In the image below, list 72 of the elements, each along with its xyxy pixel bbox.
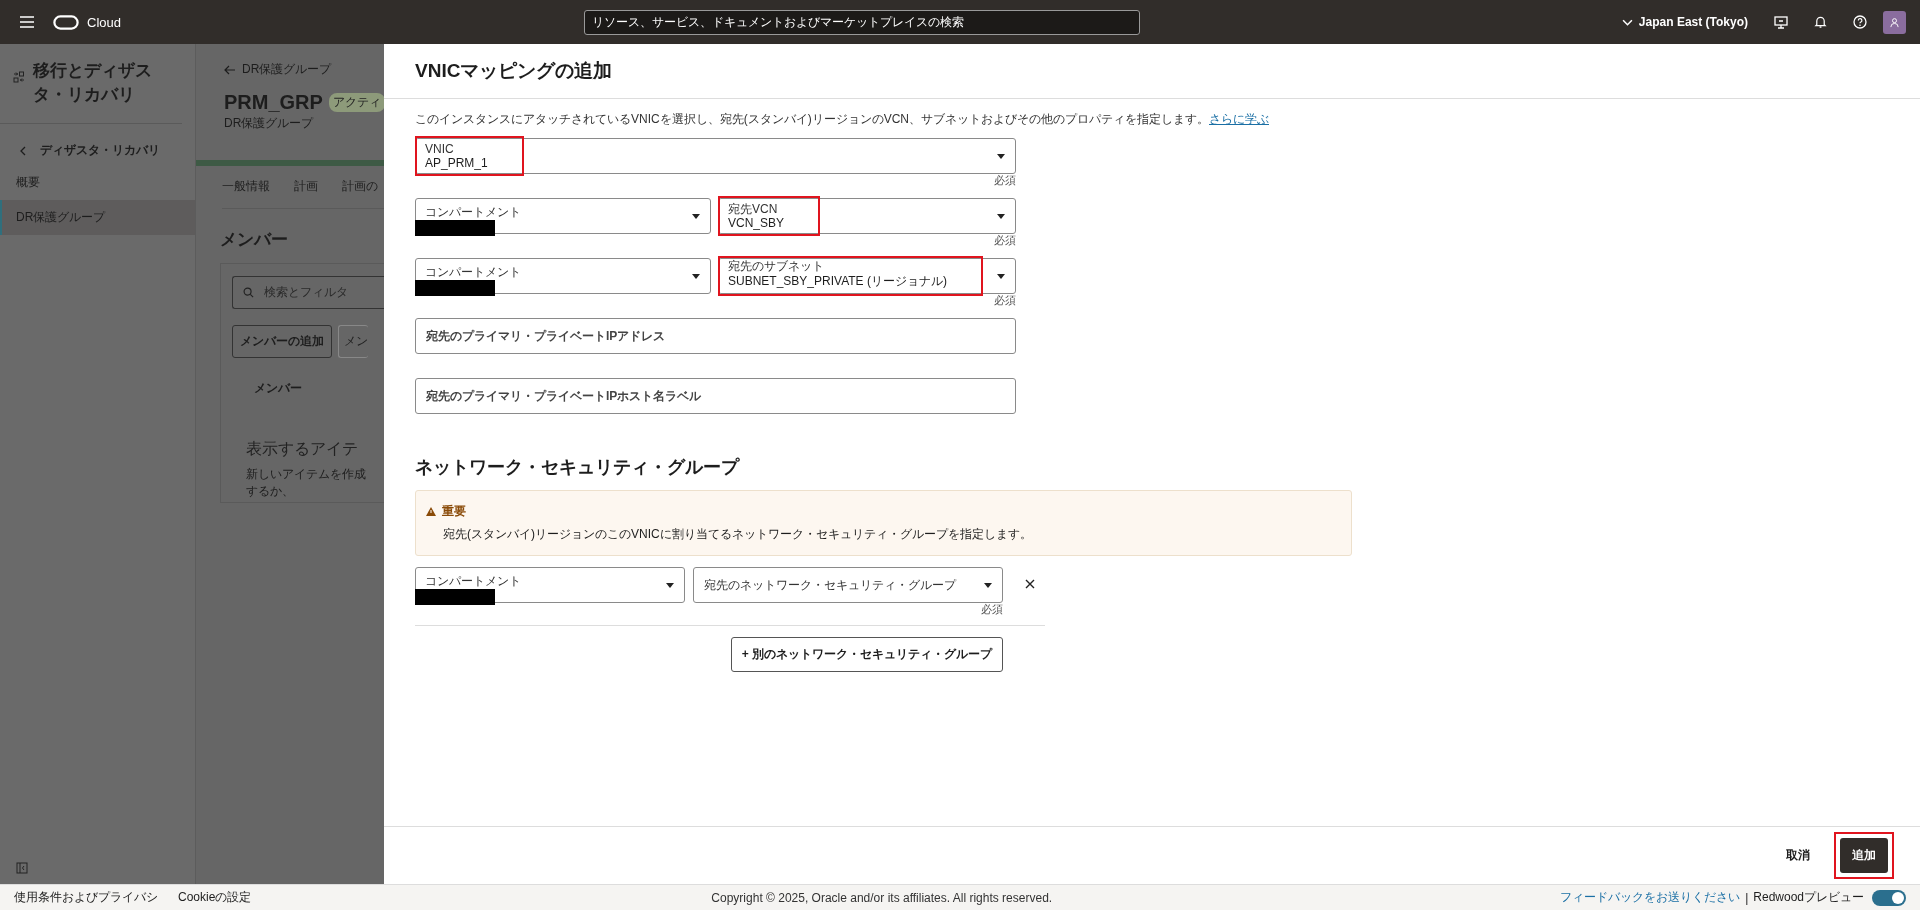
caret-icon [666,582,674,588]
copyright-text: Copyright © 2025, Oracle and/or its affiliates. All rights reserved. [711,890,1053,905]
field-value: AP_PRM_1 [425,156,488,170]
select-field[interactable]: 宛先のネットワーク・セキュリティ・グループ [693,567,1003,603]
input-field[interactable]: 宛先のプライマリ・プライベートIPホスト名ラベル [415,378,1016,414]
input-field[interactable]: 宛先のプライマリ・プライベートIPアドレス [415,318,1016,354]
avatar[interactable] [1883,10,1906,34]
separator: | [1745,890,1749,905]
section-title: ネットワーク・セキュリティ・グループ [415,456,741,479]
bell-icon[interactable] [1814,15,1827,29]
select-field[interactable]: VNIC AP_PRM_1 [415,138,1016,174]
description-text: このインスタンスにアタッチされているVNICを選択し、宛先(スタンバイ)リージョンのVCN、サブネットおよびその他のプロパティを指定します。 [415,112,1209,126]
menu-icon[interactable] [19,16,35,28]
select-field[interactable]: コンパートメント [415,258,711,294]
page-title: PRM_GRP [224,91,323,114]
notice-text: 宛先(スタンバイ)リージョンのこのVNICに割り当てるネットワーク・セキュリティ・グループを指定します。 [443,526,1033,543]
preview-toggle[interactable] [1872,889,1906,906]
add-nsg-button[interactable]: + 別のネットワーク・セキュリティ・グループ [730,637,1003,672]
field-value: SUBNET_SBY_PRIVATE (リージョナル) [728,273,947,290]
help-icon[interactable] [1853,15,1867,29]
search-field[interactable]: リソース、サービス、ドキュメントおよびマーケットプレイスの検索 [583,9,1140,35]
caret-icon [692,273,700,279]
field-placeholder: 宛先のネットワーク・セキュリティ・グループ [703,576,956,594]
footer-link[interactable]: 使用条件およびプライバシ [14,889,158,906]
caret-icon [997,213,1005,219]
sidebar-title: 移行とディザスタ・リカバリ [33,60,153,106]
search-icon [243,287,254,298]
monitor-icon[interactable] [1774,15,1788,29]
select-field[interactable]: 宛先VCN VCN_SBY [718,198,1016,234]
field-value: VCN_SBY [728,216,785,230]
footer-link[interactable]: Cookieの設定 [178,889,252,906]
empty-state-text: 新しいアイテムを作成するか、 [245,466,367,500]
select-field[interactable]: コンパートメント [415,567,685,603]
chevron-left-icon [20,145,26,156]
select-field[interactable]: 宛先のサブネット SUBNET_SBY_PRIVATE (リージョナル) [718,258,1016,294]
region-selector[interactable]: Japan East (Tokyo) [1621,15,1748,29]
column-header: メンバー [253,380,303,397]
add-button[interactable]: 追加 [1840,838,1888,873]
caret-icon [692,213,700,219]
notice-heading: 重要 [442,503,466,520]
field-label: コンパートメント [425,265,521,279]
field-label: VNIC [425,142,455,156]
status-badge: アクティ [328,93,384,112]
field-label: 宛先VCN [728,202,779,216]
caret-icon [984,582,992,588]
chevron-down-icon [1621,18,1633,26]
warning-icon [426,507,436,516]
field-label: 宛先のサブネット [728,259,825,273]
close-icon[interactable] [1025,579,1035,589]
select-field[interactable]: コンパートメント [415,198,711,234]
required-label: 必須 [981,602,1003,617]
caret-icon [997,153,1005,159]
panel-title: VNICマッピングの追加 [415,59,613,83]
caret-icon [997,273,1005,279]
arrow-left-icon [224,64,236,75]
feedback-link[interactable]: フィードバックをお送りください [1560,889,1741,906]
page-subtitle: DR保護グループ [224,115,315,132]
field-label: コンパートメント [425,574,521,588]
field-label: コンパートメント [425,205,521,219]
section-title: メンバー [220,229,289,251]
required-label: 必須 [994,173,1016,188]
empty-state-title: 表示するアイテ [245,438,359,460]
search-placeholder: リソース、サービス、ドキュメントおよびマーケットプレイスの検索 [591,14,964,30]
migration-icon [13,71,25,83]
required-label: 必須 [994,233,1016,248]
required-label: 必須 [994,293,1016,308]
brand-name: Cloud [87,14,121,30]
learn-more-link[interactable]: さらに学ぶ [1209,112,1269,126]
preview-label: Redwoodプレビュー [1753,889,1864,906]
cancel-button[interactable]: 取消 [1780,846,1816,865]
logo-icon[interactable] [53,14,79,30]
person-icon [1889,16,1900,28]
